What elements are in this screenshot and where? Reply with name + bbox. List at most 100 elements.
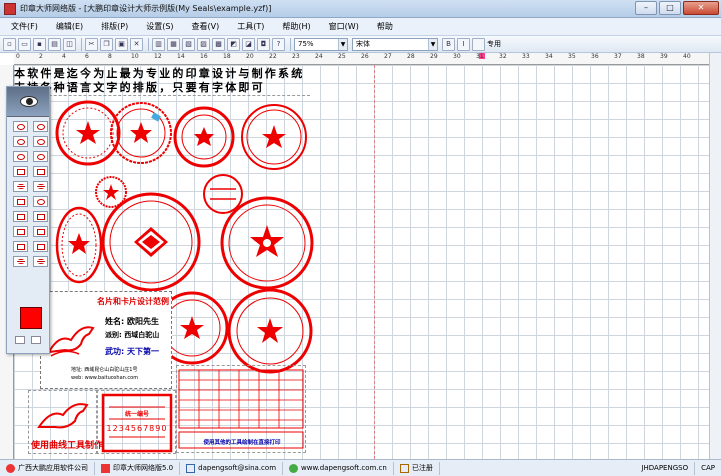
help-icon[interactable]: ?	[272, 37, 285, 51]
ruler-number: 32	[499, 53, 507, 60]
brand-text: JHDAPENGSO	[641, 463, 689, 472]
italic-icon[interactable]: I	[457, 37, 470, 51]
triangle-tool[interactable]	[33, 196, 48, 207]
ruler-number: 8	[108, 53, 112, 60]
box-tool[interactable]	[13, 241, 28, 252]
palette-header[interactable]	[7, 87, 49, 117]
curve-tool-stamp[interactable]: 使用曲线工具制作	[28, 390, 103, 454]
palette-tools	[7, 117, 49, 267]
vertical-scrollbar[interactable]	[709, 53, 721, 459]
seal-round-2[interactable]	[108, 100, 174, 166]
oval-seal-tool[interactable]	[13, 136, 28, 147]
menu-view[interactable]: 查看(V)	[183, 21, 229, 32]
status-website[interactable]: www.dapengsoft.com.cn	[283, 461, 394, 475]
menu-edit[interactable]: 编辑(E)	[47, 21, 92, 32]
ruler-number: 12	[154, 53, 162, 60]
ungroup-icon[interactable]: ▩	[212, 37, 225, 51]
line-tool[interactable]	[13, 181, 28, 192]
line-tool[interactable]	[33, 181, 48, 192]
business-card[interactable]: 名片和卡片设计范例 姓名: 欧阳先生 派别: 西域白驼山 武功: 天下第一 地址…	[40, 291, 172, 389]
frame-tool[interactable]	[13, 196, 28, 207]
ruler-number: 33	[522, 53, 530, 60]
small-swatch[interactable]	[31, 336, 41, 344]
menu-file[interactable]: 文件(F)	[2, 21, 47, 32]
card-title: 名片和卡片设计范例	[97, 297, 169, 306]
seal-cad-software[interactable]	[219, 195, 315, 291]
align-right-icon[interactable]: ▧	[182, 37, 195, 51]
ellipse-tool[interactable]	[33, 151, 48, 162]
ellipse-tool[interactable]	[13, 151, 28, 162]
maximize-button[interactable]: □	[659, 1, 681, 15]
product-icon	[101, 463, 110, 473]
special-option-checkbox[interactable]	[472, 37, 485, 51]
palette-icon[interactable]: ◪	[242, 37, 255, 51]
oval-seal-tool[interactable]	[33, 136, 48, 147]
bold-icon[interactable]: B	[442, 37, 455, 51]
menu-window[interactable]: 窗口(W)	[320, 21, 368, 32]
chevron-down-icon: ▼	[428, 38, 437, 50]
zoom-combo[interactable]: 75% ▼	[294, 37, 348, 51]
font-combo[interactable]: 宋体 ▼	[352, 37, 438, 51]
text-tool[interactable]	[33, 256, 48, 267]
save-icon[interactable]: ▪	[33, 37, 46, 51]
text-tool[interactable]	[13, 256, 28, 267]
paste-icon[interactable]: ▣	[115, 37, 128, 51]
ruler-number: 40	[683, 53, 691, 60]
key-icon	[399, 463, 409, 473]
group-icon[interactable]: ▨	[197, 37, 210, 51]
minimize-button[interactable]: –	[635, 1, 657, 15]
shape-palette[interactable]	[6, 86, 50, 354]
grid-tool[interactable]	[13, 226, 28, 237]
color-swatch[interactable]	[20, 307, 42, 329]
app-window: 印章大师网络版 - [大鹏印章设计大师示例版(My Seals\example.…	[0, 0, 721, 476]
design-canvas[interactable]: 本软件是迄今为止最为专业的印章设计与制作系统 支持各种语言文字的排版，只要有字体…	[14, 65, 709, 459]
seal-round-large[interactable]	[100, 191, 202, 293]
status-email[interactable]: dapengsoft@sina.com	[180, 461, 284, 475]
new-file-icon[interactable]: ▫	[3, 37, 16, 51]
image-icon[interactable]: ◩	[227, 37, 240, 51]
menu-layout[interactable]: 排版(P)	[92, 21, 137, 32]
lock-icon[interactable]: ◘	[257, 37, 270, 51]
small-swatch[interactable]	[15, 336, 25, 344]
seal-round-3[interactable]	[172, 105, 236, 169]
seal-oval-left[interactable]	[54, 205, 104, 285]
square-chop[interactable]: 统一编号 1234567890	[96, 390, 176, 454]
print-icon[interactable]: ▤	[48, 37, 61, 51]
chop-number: 1234567890	[106, 424, 168, 433]
round-seal-tool[interactable]	[33, 121, 48, 132]
menu-tools[interactable]: 工具(T)	[228, 21, 273, 32]
ruler-number: 31	[476, 53, 484, 60]
eye-icon[interactable]	[20, 96, 38, 107]
box-tool[interactable]	[33, 241, 48, 252]
registration-form[interactable]: 使用其他的工具绘制在直接打印	[176, 365, 306, 453]
window-controls: – □ ✕	[635, 1, 719, 15]
seal-round-4[interactable]	[239, 102, 309, 172]
status-brand: JHDAPENGSO	[635, 461, 696, 475]
grid-tool[interactable]	[33, 226, 48, 237]
menu-help[interactable]: 帮助(H)	[273, 21, 319, 32]
toolbar-separator	[148, 37, 149, 51]
align-center-icon[interactable]: ▦	[167, 37, 180, 51]
menu-help-2[interactable]: 帮助	[368, 21, 402, 32]
square-seal-tool[interactable]	[33, 166, 48, 177]
open-folder-icon[interactable]: ▭	[18, 37, 31, 51]
globe-icon	[289, 463, 299, 473]
preview-icon[interactable]: ◫	[63, 37, 76, 51]
seal-japanese[interactable]	[226, 287, 314, 375]
close-button[interactable]: ✕	[683, 1, 719, 15]
special-label: 专用	[487, 40, 501, 48]
square-seal-tool[interactable]	[13, 166, 28, 177]
toolbar-separator	[81, 37, 82, 51]
cut-icon[interactable]: ✂	[85, 37, 98, 51]
menu-settings[interactable]: 设置(S)	[137, 21, 182, 32]
top-ruler: 0 2 4 6 8 10 12 14 16 18 20 22 23 24 25 26 27 28 29 30 31 32 3…	[14, 53, 709, 65]
ruler-number: 4	[62, 53, 66, 60]
align-left-icon[interactable]: ▥	[152, 37, 165, 51]
round-seal-tool[interactable]	[13, 121, 28, 132]
table-tool[interactable]	[33, 211, 48, 222]
banner-text[interactable]: 本软件是迄今为止最为专业的印章设计与制作系统 支持各种语言文字的排版，只要有字体…	[14, 67, 310, 96]
table-tool[interactable]	[13, 211, 28, 222]
delete-icon[interactable]: ✕	[130, 37, 143, 51]
copy-icon[interactable]: ❐	[100, 37, 113, 51]
status-product: 印章大师网络版5.0	[95, 461, 181, 475]
